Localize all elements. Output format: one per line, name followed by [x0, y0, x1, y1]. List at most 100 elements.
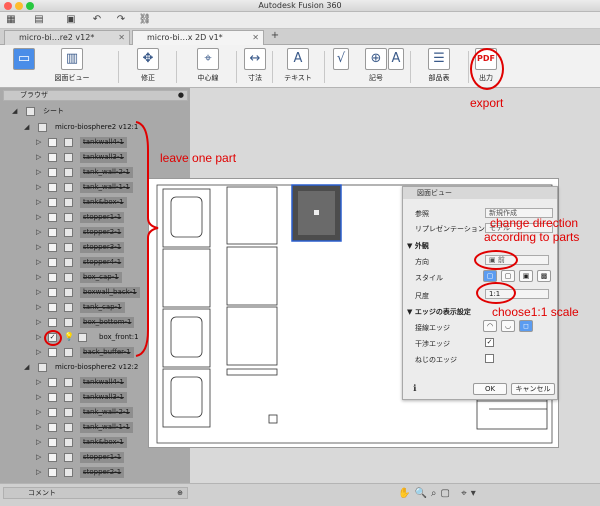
tree-item-label: tank&box-1: [80, 437, 127, 448]
visibility-checkbox[interactable]: [48, 468, 57, 477]
expand-icon[interactable]: ▷: [36, 198, 41, 206]
surface-texture-button[interactable]: √: [332, 48, 350, 86]
expand-icon[interactable]: ▷: [36, 423, 41, 431]
tree-item[interactable]: ▷ stopper2-1: [0, 465, 190, 480]
expand-icon[interactable]: ▷: [36, 153, 41, 161]
expand-icon[interactable]: ▷: [36, 303, 41, 311]
tree-item-label: tankwall4-1: [80, 377, 127, 388]
bottom-bar: コメント ⊕ ✋🔍⌕▢ ⌖▾: [0, 483, 600, 506]
parts-list-button[interactable]: ☰ 部品表: [414, 48, 464, 86]
expand-icon[interactable]: ▷: [36, 243, 41, 251]
add-comment-icon[interactable]: ⊕: [177, 488, 183, 498]
expand-icon[interactable]: ▷: [36, 348, 41, 356]
visibility-checkbox[interactable]: [48, 453, 57, 462]
style-shaded-button[interactable]: ▣: [519, 270, 533, 282]
expand-icon[interactable]: ▷: [36, 318, 41, 326]
expand-icon[interactable]: ▷: [36, 453, 41, 461]
quick-access-bar: ▦ ▤ ▣ ↶ ↷ ⛓: [0, 12, 600, 29]
tangent-edges-off-button[interactable]: ◻: [519, 320, 533, 332]
modify-button[interactable]: ✥ 修正: [124, 48, 172, 86]
visibility-checkbox[interactable]: [48, 243, 57, 252]
parts-list-icon: ☰: [428, 48, 450, 70]
close-tab-icon[interactable]: ✕: [118, 31, 125, 44]
ok-button[interactable]: OK: [473, 383, 507, 395]
edge-header-label: エッジの表示設定: [414, 308, 471, 316]
visibility-checkbox[interactable]: [48, 288, 57, 297]
style-visible-edges-button[interactable]: ▢: [483, 270, 497, 282]
visibility-checkbox[interactable]: [48, 228, 57, 237]
visibility-checkbox[interactable]: [48, 153, 57, 162]
centerline-button[interactable]: ⌖ 中心線: [184, 48, 232, 86]
tab-label: micro-bi…x 2D v1*: [147, 33, 223, 42]
expand-icon[interactable]: ▷: [36, 333, 41, 341]
expand-icon[interactable]: ▷: [36, 273, 41, 281]
appearance-header[interactable]: ▼ 外観: [407, 241, 429, 251]
expand-icon[interactable]: ▷: [36, 183, 41, 191]
navigation-toolbar[interactable]: ✋🔍⌕▢ ⌖▾: [398, 488, 480, 499]
visibility-checkbox[interactable]: [48, 303, 57, 312]
interference-edges-checkbox[interactable]: ✓: [485, 338, 494, 347]
expand-icon[interactable]: ▷: [36, 138, 41, 146]
visibility-checkbox[interactable]: [48, 198, 57, 207]
expand-icon[interactable]: ▷: [36, 378, 41, 386]
visibility-checkbox[interactable]: [48, 318, 57, 327]
comment-panel[interactable]: コメント ⊕: [3, 487, 188, 499]
visibility-checkbox[interactable]: [48, 213, 57, 222]
redo-icon[interactable]: ↷: [114, 14, 128, 26]
collapse-panel-icon[interactable]: ●: [178, 91, 184, 100]
datum-icon: A: [388, 48, 404, 70]
style-shaded-hidden-button[interactable]: ▩: [537, 270, 551, 282]
visibility-checkbox[interactable]: [48, 408, 57, 417]
visibility-checkbox[interactable]: [48, 183, 57, 192]
expand-icon[interactable]: ▷: [36, 438, 41, 446]
tab-drawing[interactable]: micro-bi…x 2D v1* ✕: [132, 30, 264, 45]
expand-icon[interactable]: ▷: [36, 258, 41, 266]
text-button[interactable]: A テキスト: [278, 48, 318, 86]
drawing-view-icon: ▥: [61, 48, 83, 70]
edge-header[interactable]: ▼ エッジの表示設定: [407, 307, 471, 317]
expand-icon[interactable]: ▷: [36, 288, 41, 296]
file-menu-icon[interactable]: ▤: [32, 14, 46, 26]
style-hidden-edges-button[interactable]: ▢: [501, 270, 515, 282]
visibility-checkbox[interactable]: [48, 258, 57, 267]
tangent-edges-short-button[interactable]: ◡: [501, 320, 515, 332]
cancel-button[interactable]: キャンセル: [511, 383, 555, 395]
drawing-workspace-button[interactable]: ▭: [10, 48, 38, 86]
component-icon: [64, 453, 73, 462]
thread-edges-checkbox[interactable]: [485, 354, 494, 363]
tree-sheet[interactable]: ◢ シート: [0, 104, 190, 119]
link-icon[interactable]: ⛓: [138, 14, 152, 26]
expand-icon[interactable]: ▷: [36, 408, 41, 416]
close-tab-icon[interactable]: ✕: [252, 31, 259, 44]
datum-button[interactable]: A: [386, 48, 406, 86]
info-icon[interactable]: ℹ: [413, 384, 416, 394]
visibility-checkbox[interactable]: [48, 348, 57, 357]
undo-icon[interactable]: ↶: [90, 14, 104, 26]
expand-icon[interactable]: ▷: [36, 213, 41, 221]
lightbulb-icon[interactable]: 💡: [64, 332, 74, 341]
visibility-checkbox[interactable]: [48, 438, 57, 447]
dimension-button[interactable]: ↔ 寸法: [240, 48, 270, 86]
visibility-checkbox[interactable]: [48, 393, 57, 402]
visibility-checkbox[interactable]: [48, 273, 57, 282]
visibility-checkbox[interactable]: [48, 138, 57, 147]
tangent-edges-label: 接線エッジ: [415, 324, 450, 332]
visibility-checkbox[interactable]: [48, 168, 57, 177]
add-tab-icon[interactable]: +: [268, 30, 282, 42]
visibility-checkbox[interactable]: [48, 378, 57, 387]
modify-label: 修正: [141, 74, 155, 82]
tree-item[interactable]: ▷ stopper1-1: [0, 450, 190, 465]
expand-icon[interactable]: ▷: [36, 468, 41, 476]
expand-icon[interactable]: ▷: [36, 168, 41, 176]
save-icon[interactable]: ▣: [64, 14, 78, 26]
drawing-view-button[interactable]: ▥ 図面ビュー: [44, 48, 100, 86]
sheet-icon: [26, 107, 35, 116]
expand-icon[interactable]: ▷: [36, 393, 41, 401]
expand-icon[interactable]: ▷: [36, 228, 41, 236]
browser-header[interactable]: ブラウザ ●: [3, 90, 188, 101]
grid-menu-icon[interactable]: ▦: [4, 14, 18, 26]
visibility-checkbox[interactable]: [48, 423, 57, 432]
move-icon: ✥: [137, 48, 159, 70]
tab-assembly[interactable]: micro-bi…re2 v12* ✕: [4, 30, 130, 45]
tangent-edges-full-button[interactable]: ◠: [483, 320, 497, 332]
